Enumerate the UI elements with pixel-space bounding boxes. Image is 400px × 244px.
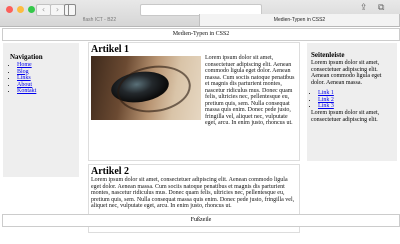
nav-link-about[interactable]: About	[17, 82, 32, 88]
article-1: Artikel 1 Lorem ipsum dolor sit amet, co…	[88, 42, 300, 161]
aside-text: Lorem ipsum dolor sit amet, consectetuer…	[311, 60, 382, 86]
close-window-button[interactable]	[6, 6, 13, 13]
tab-medien-typen[interactable]: Medien-Typen in CSS2	[199, 14, 400, 26]
aside-text: Lorem ipsum dolor sit amet, consectetuer…	[311, 110, 380, 123]
nav-link-kontakt[interactable]: Kontakt	[17, 88, 36, 94]
aside-link-1[interactable]: Link 1	[318, 90, 334, 96]
nav-title: Navigation	[10, 53, 43, 61]
horse-eye-image	[91, 56, 201, 120]
page-content: Medien-Typen in CSS2 Navigation Home Blo…	[0, 27, 400, 244]
nav-link-links[interactable]: Links	[17, 75, 31, 81]
tab-bar: flash ICT - B22 Medien-Typen in CSS2	[0, 14, 400, 26]
browser-toolbar: ‹ › ⇪ ⧉ flash ICT - B22 Medien-Typen in …	[0, 0, 400, 27]
navigation-sidebar: Navigation Home Blog Links About Kontakt	[3, 43, 79, 177]
maximize-window-button[interactable]	[28, 6, 35, 13]
aside-item: Link 3	[318, 103, 334, 110]
nav-list: Home Blog Links About Kontakt	[10, 62, 36, 95]
page-header: Medien-Typen in CSS2	[2, 28, 400, 41]
minimize-window-button[interactable]	[17, 6, 24, 13]
nav-link-blog[interactable]: Blog	[17, 69, 29, 75]
nav-link-home[interactable]: Home	[17, 62, 32, 68]
window-controls	[6, 6, 35, 13]
article-text: Lorem ipsum dolor sit amet, consectetuer…	[91, 177, 295, 209]
tabs-icon[interactable]: ⧉	[378, 3, 388, 13]
main-content: Artikel 1 Lorem ipsum dolor sit amet, co…	[88, 42, 300, 236]
page-footer: Fußzeile	[2, 214, 400, 227]
share-icon[interactable]: ⇪	[360, 3, 370, 13]
tab-flash-ict[interactable]: flash ICT - B22	[0, 14, 199, 26]
article-title: Artikel 1	[91, 44, 130, 55]
article-title: Artikel 2	[91, 166, 130, 177]
aside-link-3[interactable]: Link 3	[318, 103, 334, 109]
aside-title: Seitenleiste	[311, 51, 345, 59]
nav-item: Kontakt	[17, 88, 36, 95]
aside-link-list: Link 1 Link 2 Link 3	[311, 90, 334, 110]
aside-link-2[interactable]: Link 2	[318, 97, 334, 103]
side-panel: Seitenleiste Lorem ipsum dolor sit amet,…	[307, 43, 397, 161]
